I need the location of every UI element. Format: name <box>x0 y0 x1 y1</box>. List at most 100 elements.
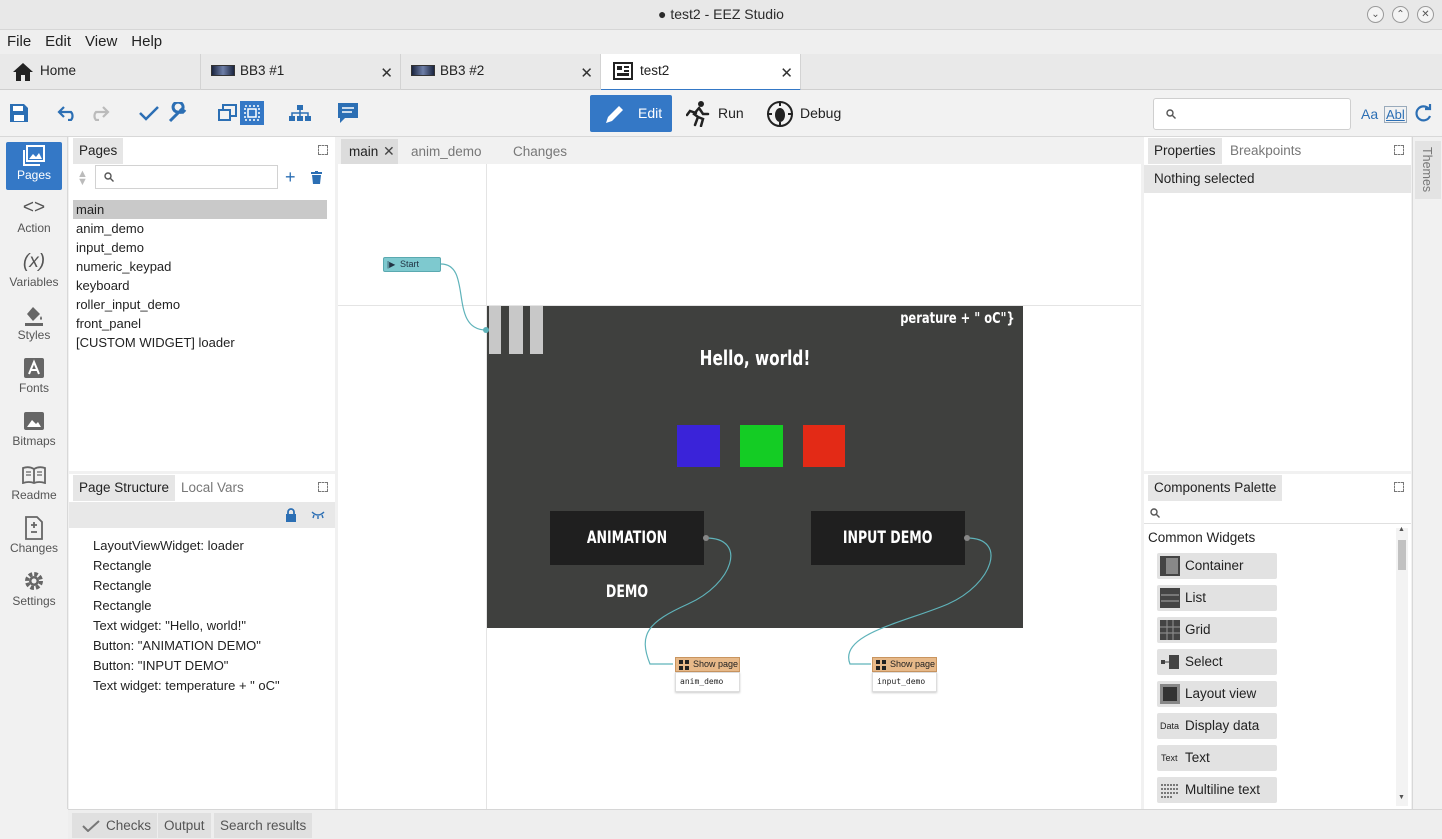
flow-canvas[interactable]: |▶ Start perature + " oC"} Hello, world!… <box>338 164 1141 809</box>
expand-panel-icon[interactable] <box>1394 482 1404 492</box>
page-item[interactable]: [CUSTOM WIDGET] loader <box>73 333 327 352</box>
check-icon[interactable] <box>136 100 162 126</box>
editor-tab-anim-demo[interactable]: anim_demo <box>411 144 482 159</box>
palette-item-label: Layout view <box>1185 686 1257 701</box>
match-case-toggle[interactable]: Aa <box>1361 106 1378 122</box>
nav-changes[interactable]: Changes <box>6 515 62 563</box>
editor-tab-main[interactable]: main ✕ <box>341 139 398 164</box>
palette-item-grid[interactable]: Grid <box>1157 617 1277 643</box>
tab-breakpoints[interactable]: Breakpoints <box>1224 138 1307 164</box>
nav-action-label: Action <box>17 221 51 235</box>
tab-properties[interactable]: Properties <box>1148 138 1222 164</box>
tab-bb3-1[interactable]: BB3 #1 ✕ <box>201 54 401 90</box>
page-item[interactable]: main <box>73 200 327 219</box>
checks-tab[interactable]: Checks <box>72 813 158 838</box>
add-page-icon[interactable]: + <box>285 168 296 186</box>
book-icon <box>6 462 62 488</box>
nav-bitmaps[interactable]: Bitmaps <box>6 408 62 456</box>
palette-item-text[interactable]: Text Text <box>1157 745 1277 771</box>
delete-page-icon[interactable] <box>311 171 322 184</box>
tree-item[interactable]: Rectangle <box>93 596 333 616</box>
page-item[interactable]: keyboard <box>73 276 327 295</box>
save-icon[interactable] <box>6 100 32 126</box>
close-tab-icon[interactable]: ✕ <box>580 64 593 82</box>
wrench-icon[interactable] <box>165 100 191 126</box>
close-tab-icon[interactable]: ✕ <box>383 143 395 160</box>
tab-bb3-2[interactable]: BB3 #2 ✕ <box>401 54 601 90</box>
refresh-icon[interactable] <box>1413 104 1433 124</box>
undo-icon[interactable] <box>55 100 81 126</box>
nav-styles[interactable]: Styles <box>6 302 62 350</box>
palette-item-select[interactable]: Select <box>1157 649 1277 675</box>
tab-home[interactable]: Home <box>0 54 201 90</box>
close-tab-icon[interactable]: ✕ <box>380 64 393 82</box>
hidden-eye-icon[interactable] <box>311 511 325 519</box>
maximize-button[interactable]: ⌃ <box>1392 6 1409 23</box>
close-tab-icon[interactable]: ✕ <box>780 64 793 82</box>
nav-variables[interactable]: (x) Variables <box>6 249 62 297</box>
search-results-tab[interactable]: Search results <box>214 813 313 838</box>
menu-help[interactable]: Help <box>124 30 169 50</box>
close-window-button[interactable]: ✕ <box>1417 6 1434 23</box>
tab-local-vars[interactable]: Local Vars <box>175 475 250 501</box>
edit-mode-button[interactable]: Edit <box>590 95 672 132</box>
frames-icon[interactable] <box>215 100 241 126</box>
tree-item[interactable]: Rectangle <box>93 556 333 576</box>
minimize-button[interactable]: ⌄ <box>1367 6 1384 23</box>
hierarchy-icon[interactable] <box>287 100 313 126</box>
show-page-node-input[interactable]: Show page input_demo <box>872 657 937 693</box>
nav-pages[interactable]: Pages <box>6 142 62 190</box>
nav-readme[interactable]: Readme <box>6 462 62 510</box>
page-item[interactable]: roller_input_demo <box>73 295 327 314</box>
expand-panel-icon[interactable] <box>318 145 328 155</box>
grid-icon <box>1160 620 1180 640</box>
palette-item-display-data[interactable]: Data Display data <box>1157 713 1277 739</box>
whole-word-toggle[interactable]: Abl <box>1384 106 1407 123</box>
title-bar: ● test2 - EEZ Studio ⌄ ⌃ ✕ <box>0 0 1442 30</box>
themes-tab[interactable]: Themes <box>1415 141 1441 199</box>
pages-panel-title[interactable]: Pages <box>73 138 124 164</box>
components-palette-title[interactable]: Components Palette <box>1148 475 1283 501</box>
palette-scrollbar[interactable]: ▲ ▼ <box>1396 526 1408 806</box>
page-item[interactable]: numeric_keypad <box>73 257 327 276</box>
expand-panel-icon[interactable] <box>318 482 328 492</box>
palette-item-container[interactable]: Container <box>1157 553 1277 579</box>
menu-view[interactable]: View <box>78 30 124 50</box>
show-page-node-anim[interactable]: Show page anim_demo <box>675 657 740 693</box>
editor-tab-changes[interactable]: Changes <box>513 144 567 159</box>
search-input[interactable] <box>1153 98 1351 130</box>
debug-mode-button[interactable]: Debug <box>764 95 844 132</box>
tree-item[interactable]: Button: "ANIMATION DEMO" <box>93 636 333 656</box>
output-tab[interactable]: Output <box>158 813 211 838</box>
pages-filter-input[interactable] <box>95 165 278 189</box>
palette-search-input[interactable] <box>1144 502 1411 524</box>
tree-item[interactable]: LayoutViewWidget: loader <box>93 536 333 556</box>
lock-icon[interactable] <box>285 508 297 522</box>
page-item[interactable]: anim_demo <box>73 219 327 238</box>
palette-item-layout-view[interactable]: Layout view <box>1157 681 1277 707</box>
menu-edit[interactable]: Edit <box>38 30 78 50</box>
tab-test2[interactable]: test2 ✕ <box>601 54 801 91</box>
comment-icon[interactable] <box>335 100 361 126</box>
nav-settings[interactable]: Settings <box>6 568 62 616</box>
tree-item[interactable]: Text widget: temperature + " oC" <box>93 676 333 696</box>
tree-item[interactable]: Button: "INPUT DEMO" <box>93 656 333 676</box>
tree-item[interactable]: Rectangle <box>93 576 333 596</box>
nav-action[interactable]: <> Action <box>6 195 62 243</box>
run-mode-button[interactable]: Run <box>682 95 754 132</box>
page-item[interactable]: front_panel <box>73 314 327 333</box>
tree-item[interactable]: Text widget: "Hello, world!" <box>93 616 333 636</box>
sort-icon[interactable]: ▲ ▼ <box>77 169 88 188</box>
page-item[interactable]: input_demo <box>73 238 327 257</box>
scroll-up-icon[interactable]: ▲ <box>1398 526 1405 533</box>
palette-item-multiline-text[interactable]: Multiline text <box>1157 777 1277 803</box>
menu-file[interactable]: File <box>0 30 38 50</box>
nav-fonts[interactable]: Fonts <box>6 355 62 403</box>
select-frame-icon[interactable] <box>240 101 264 125</box>
redo-icon[interactable] <box>86 100 112 126</box>
expand-panel-icon[interactable] <box>1394 145 1404 155</box>
scroll-down-icon[interactable]: ▼ <box>1398 794 1405 801</box>
palette-item-list[interactable]: List <box>1157 585 1277 611</box>
scroll-thumb[interactable] <box>1398 540 1406 570</box>
tab-page-structure[interactable]: Page Structure <box>73 475 176 501</box>
